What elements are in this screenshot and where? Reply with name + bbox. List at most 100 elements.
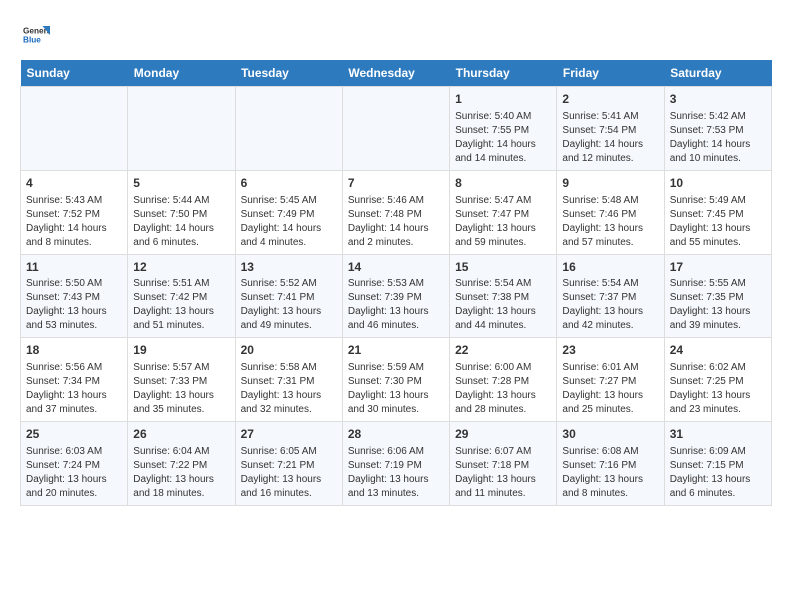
- day-info: Sunrise: 5:52 AM Sunset: 7:41 PM Dayligh…: [241, 277, 337, 333]
- header-day-thursday: Thursday: [450, 60, 557, 87]
- day-info: Sunrise: 5:45 AM Sunset: 7:49 PM Dayligh…: [241, 194, 337, 250]
- svg-text:Blue: Blue: [23, 36, 41, 45]
- calendar-cell: [128, 87, 235, 171]
- day-info: Sunrise: 5:44 AM Sunset: 7:50 PM Dayligh…: [133, 194, 229, 250]
- calendar-cell: 13Sunrise: 5:52 AM Sunset: 7:41 PM Dayli…: [235, 254, 342, 338]
- calendar-cell: 1 Sunrise: 5:40 AM Sunset: 7:55 PM Daylig…: [450, 87, 557, 171]
- calendar-cell: 12Sunrise: 5:51 AM Sunset: 7:42 PM Dayli…: [128, 254, 235, 338]
- calendar-cell: 10 Sunrise: 5:49 AM Sunset: 7:45 PM Dayli…: [664, 170, 771, 254]
- day-info: Sunrise: 5:48 AM Sunset: 7:46 PM Dayligh…: [562, 194, 658, 250]
- day-number: 4: [26, 175, 122, 192]
- day-number: 12: [133, 259, 229, 276]
- calendar-cell: 7 Sunrise: 5:46 AM Sunset: 7:48 PM Daylig…: [342, 170, 449, 254]
- calendar-cell: 29 Sunrise: 6:07 AM Sunset: 7:18 PM Dayli…: [450, 422, 557, 506]
- calendar-week-1: 1 Sunrise: 5:40 AM Sunset: 7:55 PM Daylig…: [21, 87, 772, 171]
- header-day-sunday: Sunday: [21, 60, 128, 87]
- calendar-cell: 27Sunrise: 6:05 AM Sunset: 7:21 PM Dayli…: [235, 422, 342, 506]
- day-info: Sunrise: 5:47 AM Sunset: 7:47 PM Dayligh…: [455, 194, 551, 250]
- calendar-cell: 2Sunrise: 5:41 AM Sunset: 7:54 PM Daylig…: [557, 87, 664, 171]
- day-number: 8: [455, 175, 551, 192]
- day-info: Sunrise: 5:50 AM Sunset: 7:43 PM Dayligh…: [26, 277, 122, 333]
- calendar-cell: 19 Sunrise: 5:57 AM Sunset: 7:33 PM Dayli…: [128, 338, 235, 422]
- day-info: Sunrise: 5:40 AM Sunset: 7:55 PM Dayligh…: [455, 110, 551, 166]
- day-info: Sunrise: 6:03 AM Sunset: 7:24 PM Dayligh…: [26, 445, 122, 501]
- calendar-cell: 18Sunrise: 5:56 AM Sunset: 7:34 PM Dayli…: [21, 338, 128, 422]
- header-day-saturday: Saturday: [664, 60, 771, 87]
- day-info: Sunrise: 5:46 AM Sunset: 7:48 PM Dayligh…: [348, 194, 444, 250]
- calendar-table: SundayMondayTuesdayWednesdayThursdayFrid…: [20, 60, 772, 506]
- day-number: 17: [670, 259, 766, 276]
- day-info: Sunrise: 5:58 AM Sunset: 7:31 PM Dayligh…: [241, 361, 337, 417]
- calendar-cell: 23 Sunrise: 6:01 AM Sunset: 7:27 PM Dayli…: [557, 338, 664, 422]
- calendar-cell: 4 Sunrise: 5:43 AM Sunset: 7:52 PM Daylig…: [21, 170, 128, 254]
- day-number: 26: [133, 426, 229, 443]
- day-info: Sunrise: 5:43 AM Sunset: 7:52 PM Dayligh…: [26, 194, 122, 250]
- calendar-week-3: 11Sunrise: 5:50 AM Sunset: 7:43 PM Dayli…: [21, 254, 772, 338]
- day-info: Sunrise: 5:59 AM Sunset: 7:30 PM Dayligh…: [348, 361, 444, 417]
- calendar-cell: 6 Sunrise: 5:45 AM Sunset: 7:49 PM Daylig…: [235, 170, 342, 254]
- calendar-cell: 21 Sunrise: 5:59 AM Sunset: 7:30 PM Dayli…: [342, 338, 449, 422]
- day-number: 13: [241, 259, 337, 276]
- day-info: Sunrise: 6:01 AM Sunset: 7:27 PM Dayligh…: [562, 361, 658, 417]
- calendar-cell: 9 Sunrise: 5:48 AM Sunset: 7:46 PM Daylig…: [557, 170, 664, 254]
- day-number: 28: [348, 426, 444, 443]
- day-number: 19: [133, 342, 229, 359]
- header-day-monday: Monday: [128, 60, 235, 87]
- header-day-wednesday: Wednesday: [342, 60, 449, 87]
- day-number: 18: [26, 342, 122, 359]
- day-number: 10: [670, 175, 766, 192]
- day-number: 14: [348, 259, 444, 276]
- day-number: 5: [133, 175, 229, 192]
- calendar-cell: 22 Sunrise: 6:00 AM Sunset: 7:28 PM Dayli…: [450, 338, 557, 422]
- calendar-cell: 5 Sunrise: 5:44 AM Sunset: 7:50 PM Daylig…: [128, 170, 235, 254]
- logo: General Blue: [20, 20, 54, 50]
- calendar-header: SundayMondayTuesdayWednesdayThursdayFrid…: [21, 60, 772, 87]
- day-number: 21: [348, 342, 444, 359]
- day-number: 6: [241, 175, 337, 192]
- calendar-cell: [21, 87, 128, 171]
- logo-icon: General Blue: [20, 20, 50, 50]
- day-info: Sunrise: 6:09 AM Sunset: 7:15 PM Dayligh…: [670, 445, 766, 501]
- day-info: Sunrise: 5:57 AM Sunset: 7:33 PM Dayligh…: [133, 361, 229, 417]
- day-number: 9: [562, 175, 658, 192]
- day-number: 29: [455, 426, 551, 443]
- day-number: 2: [562, 91, 658, 108]
- calendar-body: 1 Sunrise: 5:40 AM Sunset: 7:55 PM Daylig…: [21, 87, 772, 506]
- day-number: 22: [455, 342, 551, 359]
- day-number: 3: [670, 91, 766, 108]
- day-number: 11: [26, 259, 122, 276]
- day-number: 7: [348, 175, 444, 192]
- day-info: Sunrise: 6:02 AM Sunset: 7:25 PM Dayligh…: [670, 361, 766, 417]
- day-info: Sunrise: 6:08 AM Sunset: 7:16 PM Dayligh…: [562, 445, 658, 501]
- calendar-cell: [342, 87, 449, 171]
- calendar-cell: 28Sunrise: 6:06 AM Sunset: 7:19 PM Dayli…: [342, 422, 449, 506]
- day-info: Sunrise: 6:04 AM Sunset: 7:22 PM Dayligh…: [133, 445, 229, 501]
- calendar-week-4: 18Sunrise: 5:56 AM Sunset: 7:34 PM Dayli…: [21, 338, 772, 422]
- day-number: 31: [670, 426, 766, 443]
- calendar-cell: [235, 87, 342, 171]
- day-info: Sunrise: 6:00 AM Sunset: 7:28 PM Dayligh…: [455, 361, 551, 417]
- calendar-cell: 20 Sunrise: 5:58 AM Sunset: 7:31 PM Dayli…: [235, 338, 342, 422]
- header-row: SundayMondayTuesdayWednesdayThursdayFrid…: [21, 60, 772, 87]
- header-day-friday: Friday: [557, 60, 664, 87]
- day-number: 20: [241, 342, 337, 359]
- calendar-cell: 30 Sunrise: 6:08 AM Sunset: 7:16 PM Dayli…: [557, 422, 664, 506]
- calendar-cell: 25Sunrise: 6:03 AM Sunset: 7:24 PM Dayli…: [21, 422, 128, 506]
- calendar-cell: 11Sunrise: 5:50 AM Sunset: 7:43 PM Dayli…: [21, 254, 128, 338]
- calendar-cell: 14Sunrise: 5:53 AM Sunset: 7:39 PM Dayli…: [342, 254, 449, 338]
- calendar-week-2: 4 Sunrise: 5:43 AM Sunset: 7:52 PM Daylig…: [21, 170, 772, 254]
- page-header: General Blue: [20, 20, 772, 50]
- day-number: 30: [562, 426, 658, 443]
- calendar-week-5: 25Sunrise: 6:03 AM Sunset: 7:24 PM Dayli…: [21, 422, 772, 506]
- day-info: Sunrise: 6:07 AM Sunset: 7:18 PM Dayligh…: [455, 445, 551, 501]
- calendar-cell: 16Sunrise: 5:54 AM Sunset: 7:37 PM Dayli…: [557, 254, 664, 338]
- day-number: 1: [455, 91, 551, 108]
- day-number: 23: [562, 342, 658, 359]
- day-info: Sunrise: 5:54 AM Sunset: 7:37 PM Dayligh…: [562, 277, 658, 333]
- day-info: Sunrise: 5:49 AM Sunset: 7:45 PM Dayligh…: [670, 194, 766, 250]
- calendar-cell: 17Sunrise: 5:55 AM Sunset: 7:35 PM Dayli…: [664, 254, 771, 338]
- day-info: Sunrise: 5:51 AM Sunset: 7:42 PM Dayligh…: [133, 277, 229, 333]
- calendar-cell: 24Sunrise: 6:02 AM Sunset: 7:25 PM Dayli…: [664, 338, 771, 422]
- header-day-tuesday: Tuesday: [235, 60, 342, 87]
- day-info: Sunrise: 5:53 AM Sunset: 7:39 PM Dayligh…: [348, 277, 444, 333]
